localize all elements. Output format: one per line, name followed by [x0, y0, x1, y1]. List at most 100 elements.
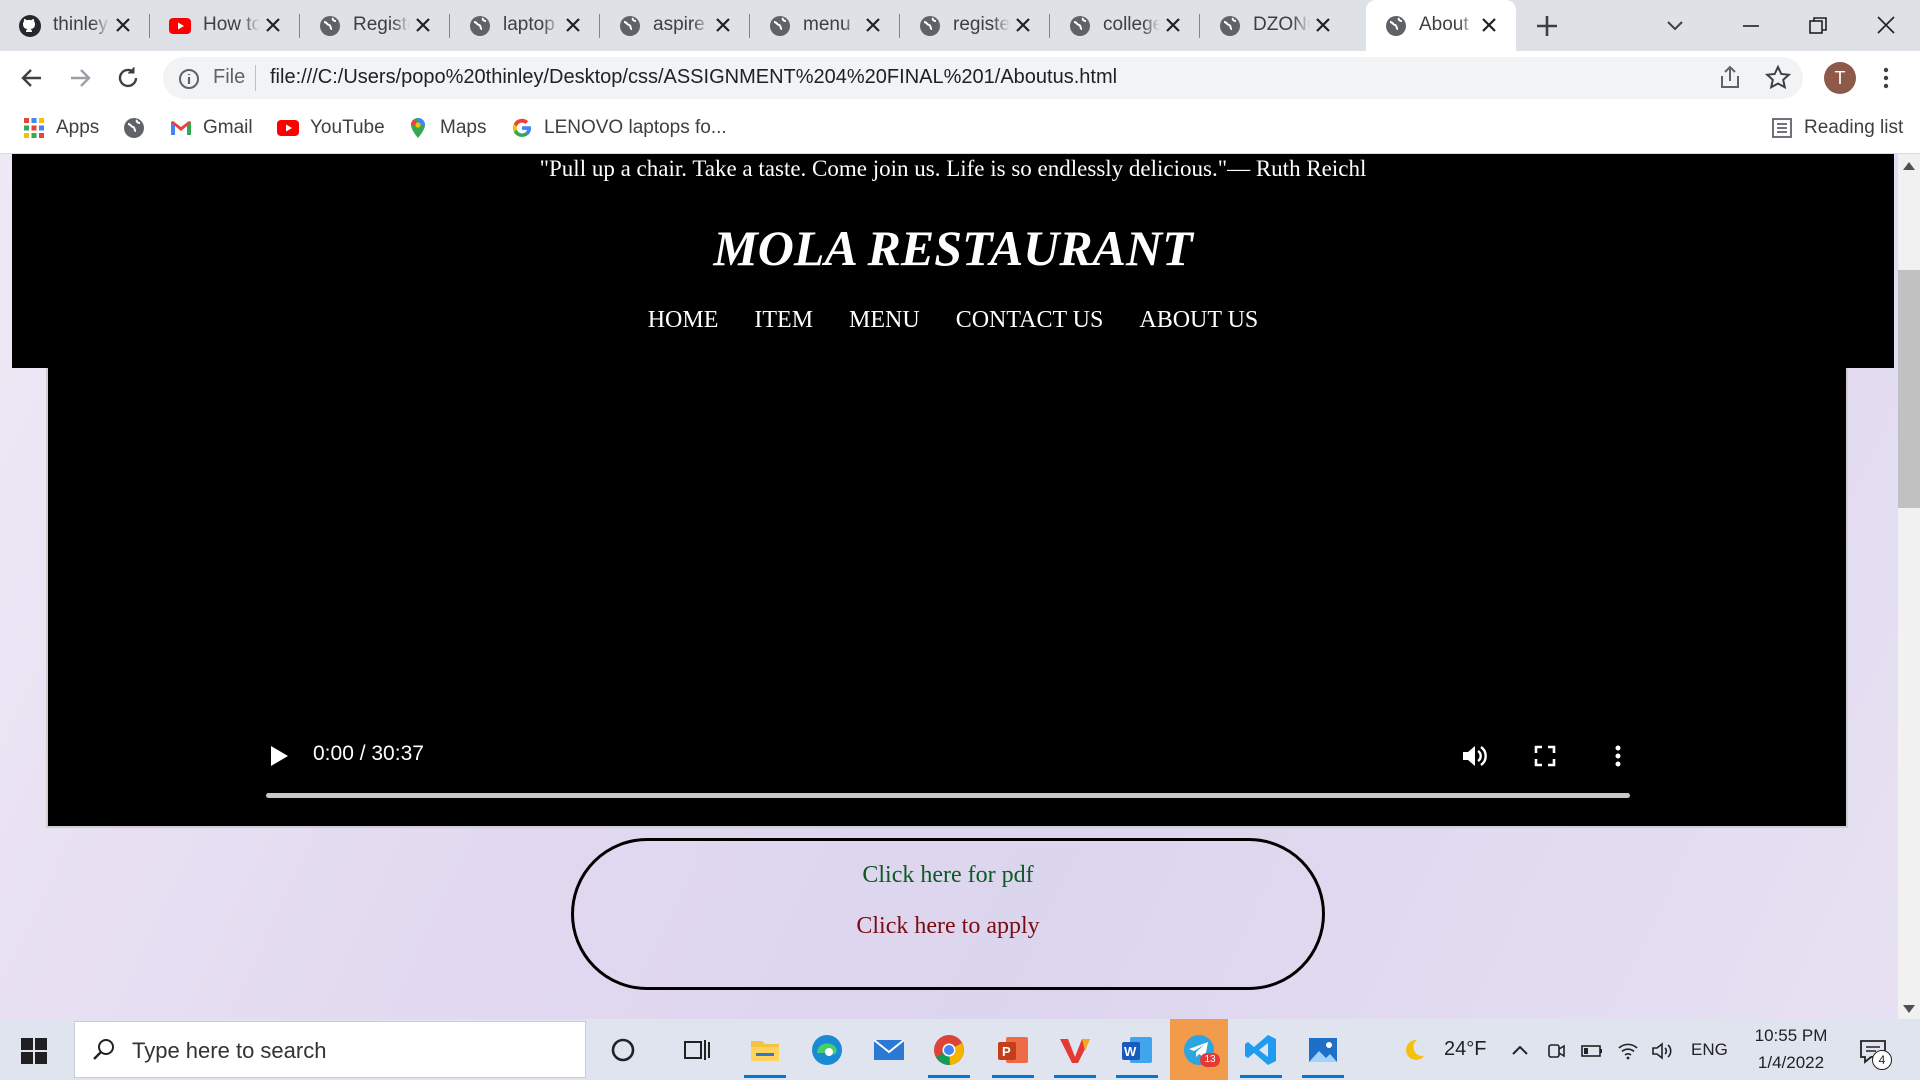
close-icon[interactable]: [414, 16, 432, 34]
more-menu-icon[interactable]: [1872, 64, 1900, 92]
browser-tab-6[interactable]: menu: [750, 0, 900, 51]
reading-list-label: Reading list: [1804, 117, 1904, 138]
browser-tab-8[interactable]: college: [1050, 0, 1200, 51]
restore-window-icon[interactable]: [1804, 12, 1832, 40]
apps-grid-icon: [24, 118, 44, 138]
task-view-icon[interactable]: [677, 1031, 715, 1069]
close-icon[interactable]: [264, 16, 282, 34]
battery-icon[interactable]: [1580, 1039, 1604, 1063]
bookmark-youtube[interactable]: YouTube: [276, 113, 385, 143]
tab-search-chevron-icon[interactable]: [1664, 14, 1686, 36]
browser-tab-10-active[interactable]: About: [1366, 0, 1516, 51]
minimize-icon[interactable]: [1737, 12, 1765, 40]
running-indicator: [992, 1075, 1034, 1078]
browser-tab-1[interactable]: thinley: [0, 0, 150, 51]
site-title: MOLA RESTAURANT: [713, 220, 1193, 276]
bookmark-label: LENOVO laptops fo...: [544, 117, 727, 138]
google-icon: [512, 118, 532, 138]
nav-home[interactable]: HOME: [648, 304, 719, 336]
globe-icon: [1220, 16, 1240, 36]
url-text[interactable]: file:///C:/Users/popo%20thinley/Desktop/…: [270, 66, 1117, 89]
close-icon[interactable]: [1014, 16, 1032, 34]
clock-time[interactable]: 10:55 PM: [1751, 1026, 1831, 1046]
browser-tab-5[interactable]: aspire: [600, 0, 750, 51]
cortana-icon[interactable]: [604, 1031, 642, 1069]
video-time: 0:00 / 30:37: [313, 742, 424, 765]
windows-start-icon[interactable]: [20, 1037, 48, 1065]
word-icon[interactable]: W: [1118, 1031, 1156, 1069]
file-explorer-icon[interactable]: [746, 1031, 784, 1069]
bookmark-gmail[interactable]: Gmail: [169, 113, 253, 143]
chrome-icon[interactable]: [930, 1031, 968, 1069]
weather-temperature[interactable]: 24°F: [1444, 1038, 1486, 1061]
scroll-up-arrow-icon[interactable]: [1902, 160, 1916, 172]
bookmark-label: YouTube: [310, 117, 385, 138]
close-icon[interactable]: [864, 16, 882, 34]
bookmark-label: Apps: [56, 117, 100, 138]
apply-link[interactable]: Click here to apply: [571, 913, 1325, 940]
tab-title: How to: [203, 14, 260, 35]
bookmark-apps[interactable]: Apps: [22, 113, 99, 143]
maps-pin-icon: [411, 118, 425, 138]
speaker-icon[interactable]: [1650, 1039, 1674, 1063]
bookmark-label: Gmail: [203, 117, 253, 138]
close-window-icon[interactable]: [1871, 10, 1901, 40]
profile-avatar[interactable]: T: [1824, 62, 1856, 94]
play-icon[interactable]: [268, 744, 290, 768]
new-tab-plus-icon[interactable]: [1533, 12, 1561, 40]
tab-title: aspire: [653, 14, 705, 35]
scroll-down-arrow-icon[interactable]: [1902, 1003, 1916, 1015]
fullscreen-icon[interactable]: [1533, 744, 1557, 768]
globe-icon: [1070, 16, 1090, 36]
chevron-up-icon[interactable]: [1508, 1039, 1532, 1063]
more-options-icon[interactable]: [1606, 743, 1630, 769]
nav-menu[interactable]: MENU: [849, 304, 920, 336]
pdf-link[interactable]: Click here for pdf: [571, 862, 1325, 889]
video-progress-bar[interactable]: [266, 793, 1630, 798]
forward-arrow-icon[interactable]: [66, 64, 94, 92]
nav-item[interactable]: ITEM: [754, 304, 813, 336]
browser-tab-9[interactable]: DZONG: [1200, 0, 1350, 51]
tab-title: menu: [803, 14, 851, 35]
back-arrow-icon[interactable]: [18, 64, 46, 92]
scrollbar-thumb[interactable]: [1898, 270, 1920, 508]
mail-icon[interactable]: [870, 1031, 908, 1069]
close-icon[interactable]: [714, 16, 732, 34]
nav-about-us[interactable]: ABOUT US: [1139, 304, 1258, 336]
browser-tab-2[interactable]: How to: [150, 0, 300, 51]
reading-list-button[interactable]: Reading list: [1770, 113, 1903, 143]
close-icon[interactable]: [564, 16, 582, 34]
globe-icon: [620, 16, 640, 36]
photos-icon[interactable]: [1304, 1031, 1342, 1069]
close-icon[interactable]: [114, 16, 132, 34]
bookmark-star-icon[interactable]: [1764, 64, 1792, 92]
info-icon[interactable]: [177, 67, 201, 91]
main-nav: HOME ITEM MENU CONTACT US ABOUT US: [0, 304, 1906, 336]
bookmark-globe[interactable]: [122, 113, 156, 143]
share-icon[interactable]: [1716, 64, 1744, 92]
language-indicator[interactable]: ENG: [1691, 1040, 1728, 1060]
bookmark-maps[interactable]: Maps: [406, 113, 486, 143]
tab-title: thinley: [53, 14, 108, 35]
search-icon: [93, 1039, 114, 1060]
close-icon[interactable]: [1314, 16, 1332, 34]
close-icon[interactable]: [1480, 16, 1498, 34]
vscode-icon[interactable]: [1242, 1031, 1280, 1069]
bookmark-lenovo[interactable]: LENOVO laptops fo...: [510, 113, 727, 143]
weather-moon-icon[interactable]: [1400, 1036, 1428, 1064]
browser-tab-3[interactable]: Registe: [300, 0, 450, 51]
clock-date[interactable]: 1/4/2022: [1751, 1053, 1831, 1073]
edge-icon[interactable]: [808, 1031, 846, 1069]
powerpoint-icon[interactable]: P: [994, 1031, 1032, 1069]
meet-now-icon[interactable]: [1544, 1039, 1568, 1063]
vector-app-icon[interactable]: [1056, 1031, 1094, 1069]
browser-tab-4[interactable]: laptop: [450, 0, 600, 51]
youtube-icon: [277, 120, 299, 136]
close-icon[interactable]: [1164, 16, 1182, 34]
reload-icon[interactable]: [114, 64, 142, 92]
volume-icon[interactable]: [1460, 743, 1488, 769]
nav-contact-us[interactable]: CONTACT US: [956, 304, 1104, 336]
wifi-icon[interactable]: [1616, 1039, 1640, 1063]
tab-title: laptop: [503, 14, 555, 35]
browser-tab-7[interactable]: registe: [900, 0, 1050, 51]
